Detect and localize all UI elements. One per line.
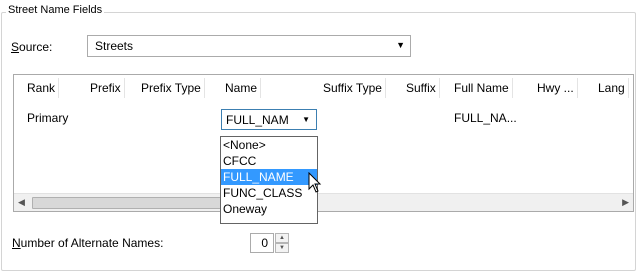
alternate-names-label: Number of Alternate Names: — [12, 236, 163, 250]
spin-up-icon[interactable]: ▲ — [275, 233, 289, 243]
column-header-prefix-type[interactable]: Prefix Type — [141, 78, 205, 98]
column-header-suffix[interactable]: Suffix — [406, 78, 440, 98]
dropdown-option-selected[interactable]: FULL_NAME — [221, 169, 317, 185]
group-title: Street Name Fields — [6, 4, 105, 16]
name-field-value: FULL_NAM — [226, 113, 289, 127]
field-mapping-grid[interactable]: Rank Prefix Prefix Type Name Suffix Type… — [13, 74, 634, 212]
column-header-hwy[interactable]: Hwy ... — [537, 78, 578, 98]
alternate-names-spinner[interactable]: ▲ ▼ — [275, 233, 289, 253]
source-label: Source: — [11, 40, 52, 54]
source-combobox[interactable]: Streets ▼ — [87, 35, 411, 57]
dropdown-option[interactable]: Oneway — [221, 201, 317, 217]
horizontal-scrollbar[interactable]: ◀ ▶ — [14, 193, 633, 211]
dropdown-option[interactable]: CFCC — [221, 153, 317, 169]
alternate-names-input[interactable]: 0 — [250, 233, 274, 253]
source-value: Streets — [95, 39, 134, 53]
chevron-down-icon[interactable]: ▼ — [302, 115, 310, 124]
source-label-accesskey: S — [11, 40, 20, 54]
column-header-full-name[interactable]: Full Name — [454, 78, 513, 98]
scroll-left-icon[interactable]: ◀ — [18, 197, 25, 208]
chevron-down-icon[interactable]: ▼ — [396, 40, 405, 50]
column-header-name[interactable]: Name — [225, 78, 262, 98]
dropdown-option[interactable]: <None> — [221, 137, 317, 153]
column-header-rank[interactable]: Rank — [27, 78, 60, 98]
scroll-right-icon[interactable]: ▶ — [622, 197, 629, 208]
alternate-label-text: umber of Alternate Names: — [20, 236, 164, 250]
row-rank-cell[interactable]: Primary — [27, 111, 68, 125]
column-header-lang[interactable]: Lang — [598, 78, 629, 98]
source-label-text: ource: — [19, 40, 53, 54]
column-header-suffix-type[interactable]: Suffix Type — [323, 78, 386, 98]
alternate-label-accesskey: N — [12, 236, 21, 250]
column-header-prefix[interactable]: Prefix — [90, 78, 125, 98]
mouse-pointer-icon — [308, 172, 322, 193]
spin-down-icon[interactable]: ▼ — [275, 243, 289, 253]
name-field-combobox[interactable]: FULL_NAM ▼ — [221, 109, 317, 130]
grid-header: Rank Prefix Prefix Type Name Suffix Type… — [14, 78, 633, 99]
name-field-dropdown-list[interactable]: <None> CFCC FULL_NAME FUNC_CLASS Oneway — [220, 136, 318, 224]
row-full-name-cell[interactable]: FULL_NA... — [454, 111, 517, 125]
dropdown-option[interactable]: FUNC_CLASS — [221, 185, 317, 201]
scrollbar-thumb[interactable] — [32, 197, 224, 209]
